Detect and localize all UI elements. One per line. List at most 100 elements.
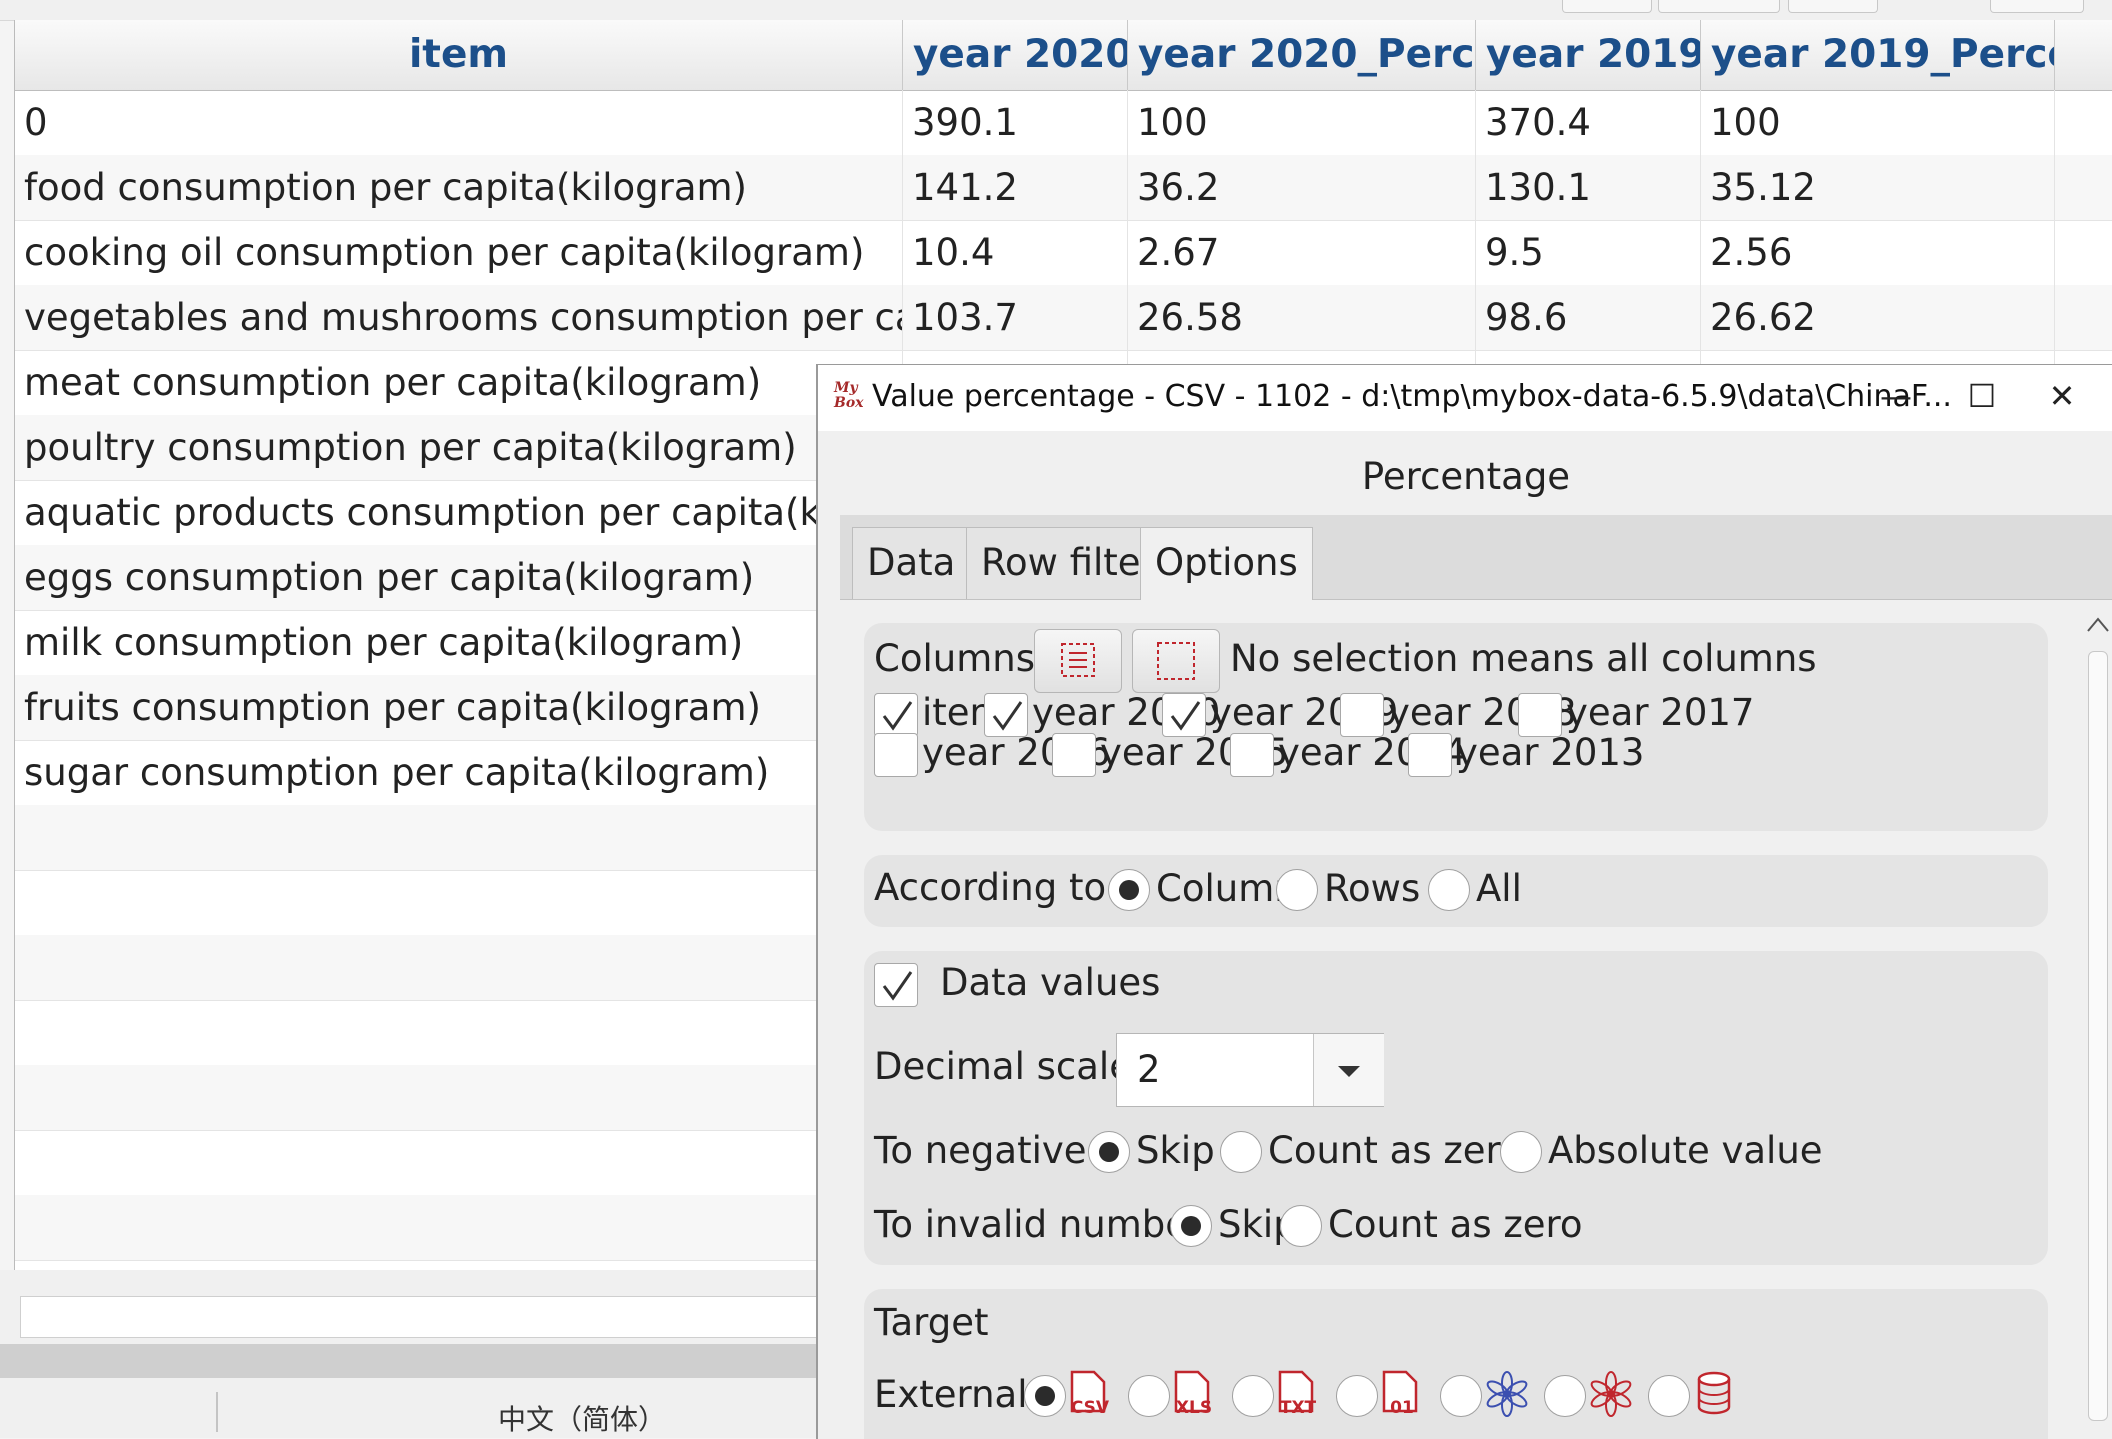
mybox-logo-icon: My Box [834, 380, 864, 411]
to-negative-radio-label: Absolute value [1548, 1129, 1823, 1172]
scrollbar-thumb[interactable] [2088, 651, 2108, 1421]
txt-file-icon: TXT [1278, 1370, 1317, 1418]
select-all-columns-button[interactable] [1034, 629, 1122, 693]
column-header-item[interactable]: item [15, 20, 903, 90]
table-cell[interactable]: 26.62 [1701, 285, 2055, 350]
target-group: Target External CSV XLS TXT 01 [864, 1289, 2048, 1439]
table-row[interactable]: cooking oil consumption per capita(kilog… [15, 220, 2112, 286]
table-cell[interactable]: 100 [1128, 90, 1476, 155]
table-cell[interactable]: 36.2 [1128, 155, 1476, 220]
table-cell[interactable] [15, 805, 903, 870]
according-to-radio[interactable] [1276, 869, 1318, 911]
column-checkbox[interactable] [1230, 733, 1274, 777]
scroll-up-icon[interactable] [2082, 609, 2112, 639]
tab-options[interactable]: Options [1140, 527, 1313, 600]
target-format-radio[interactable] [1336, 1375, 1378, 1417]
table-cell[interactable]: sugar consumption per capita(kilogram) [15, 740, 903, 805]
table-header: item year 2020 year 2020_Perce... year 2… [15, 20, 2112, 91]
svg-text:TXT: TXT [1280, 1398, 1317, 1418]
table-cell[interactable] [15, 1130, 903, 1195]
table-cell[interactable]: 0 [15, 90, 903, 155]
table-cell[interactable]: food consumption per capita(kilogram) [15, 155, 903, 220]
vertical-scrollbar[interactable] [2082, 601, 2112, 1439]
table-cell[interactable] [15, 1065, 903, 1130]
table-cell[interactable] [15, 870, 903, 935]
toolbar-button[interactable] [1658, 0, 1780, 13]
column-header-year-2020-percent[interactable]: year 2020_Perce... [1128, 20, 1476, 90]
toolbar-button[interactable] [1990, 0, 2084, 13]
table-cell[interactable]: eggs consumption per capita(kilogram) [15, 545, 903, 610]
table-cell[interactable]: 130.1 [1476, 155, 1701, 220]
table-cell[interactable]: cooking oil consumption per capita(kilog… [15, 220, 903, 285]
table-cell[interactable]: 2.56 [1701, 220, 2055, 285]
checkmark-icon [882, 701, 913, 731]
column-checkbox[interactable] [1052, 733, 1096, 777]
table-cell[interactable]: 100 [1701, 90, 2055, 155]
table-cell[interactable]: 10.4 [903, 220, 1128, 285]
table-cell[interactable] [15, 935, 903, 1000]
target-format-radio[interactable] [1440, 1375, 1482, 1417]
according-to-radio[interactable] [1108, 869, 1150, 911]
table-cell[interactable]: aquatic products consumption per capita(… [15, 480, 903, 545]
to-negative-radio[interactable] [1500, 1131, 1542, 1173]
according-to-radio-label: All [1476, 867, 1522, 910]
close-button[interactable]: ✕ [2032, 371, 2092, 421]
table-cell[interactable]: 2.67 [1128, 220, 1476, 285]
column-checkbox[interactable] [874, 693, 918, 737]
tab-data[interactable]: Data [852, 527, 971, 599]
column-header-year-2019[interactable]: year 2019 [1476, 20, 1701, 90]
column-checkbox-label: year 2013 [1456, 731, 1645, 774]
table-cell[interactable] [15, 1195, 903, 1260]
table-cell[interactable]: 390.1 [903, 90, 1128, 155]
table-cell[interactable]: 98.6 [1476, 285, 1701, 350]
column-header-year-2020[interactable]: year 2020 [903, 20, 1128, 90]
data-values-checkbox[interactable] [874, 963, 918, 1007]
table-cell[interactable]: 9.5 [1476, 220, 1701, 285]
table-cell[interactable]: meat consumption per capita(kilogram) [15, 350, 903, 415]
dialog-header: Percentage [1361, 455, 1571, 498]
to-negative-radio[interactable] [1088, 1131, 1130, 1173]
xls-file-icon: XLS [1174, 1370, 1212, 1418]
table-cell[interactable]: 103.7 [903, 285, 1128, 350]
table-cell[interactable]: poultry consumption per capita(kilogram) [15, 415, 903, 480]
table-cell[interactable]: 370.4 [1476, 90, 1701, 155]
dialog-titlebar[interactable]: My Box Value percentage - CSV - 1102 - d… [818, 365, 2112, 431]
target-format-radio[interactable] [1232, 1375, 1274, 1417]
according-to-group: According to Columns Rows All [864, 855, 2048, 927]
target-format-radio[interactable] [1128, 1375, 1170, 1417]
table-cell[interactable]: vegetables and mushrooms consumption per… [15, 285, 903, 350]
to-invalid-radio[interactable] [1280, 1205, 1322, 1247]
to-negative-radio[interactable] [1220, 1131, 1262, 1173]
maximize-button[interactable]: ☐ [1952, 371, 2012, 421]
table-cell[interactable]: 35.12 [1701, 155, 2055, 220]
column-header-year-2019-percent[interactable]: year 2019_Perce... [1701, 20, 2055, 90]
svg-text:01: 01 [1390, 1398, 1414, 1418]
to-negative-label: To negative [874, 1129, 1087, 1172]
according-to-radio[interactable] [1428, 869, 1470, 911]
target-format-radio[interactable] [1648, 1375, 1690, 1417]
target-format-radio[interactable] [1544, 1375, 1586, 1417]
table-cell[interactable]: 26.58 [1128, 285, 1476, 350]
target-format-radio[interactable] [1024, 1375, 1066, 1417]
column-checkbox-label: year 2017 [1566, 691, 1755, 734]
table-cell[interactable]: fruits consumption per capita(kilogram) [15, 675, 903, 740]
minimize-button[interactable]: — [1866, 371, 1926, 421]
select-none-icon [1157, 642, 1195, 680]
table-row[interactable]: food consumption per capita(kilogram) 141… [15, 155, 2112, 221]
table-row[interactable]: 0 390.1 100 370.4 100 [15, 90, 2112, 156]
horizontal-scrollbar[interactable] [0, 1344, 820, 1378]
dropdown-button[interactable] [1313, 1034, 1384, 1106]
table-cell[interactable]: 141.2 [903, 155, 1128, 220]
column-checkbox[interactable] [874, 733, 918, 777]
bottom-text-field[interactable] [20, 1296, 822, 1338]
select-none-columns-button[interactable] [1132, 629, 1220, 693]
toolbar-button[interactable] [1788, 0, 1878, 13]
table-cell[interactable] [15, 1000, 903, 1065]
table-cell[interactable]: milk consumption per capita(kilogram) [15, 610, 903, 675]
decimal-scale-combo[interactable]: 2 [1116, 1033, 1384, 1107]
toolbar-button[interactable] [1562, 0, 1652, 13]
to-invalid-radio[interactable] [1170, 1205, 1212, 1247]
column-checkbox[interactable] [1408, 733, 1452, 777]
table-row[interactable]: vegetables and mushrooms consumption per… [15, 285, 2112, 351]
data-values-group: Data values Decimal scale 2 To negative … [864, 951, 2048, 1265]
